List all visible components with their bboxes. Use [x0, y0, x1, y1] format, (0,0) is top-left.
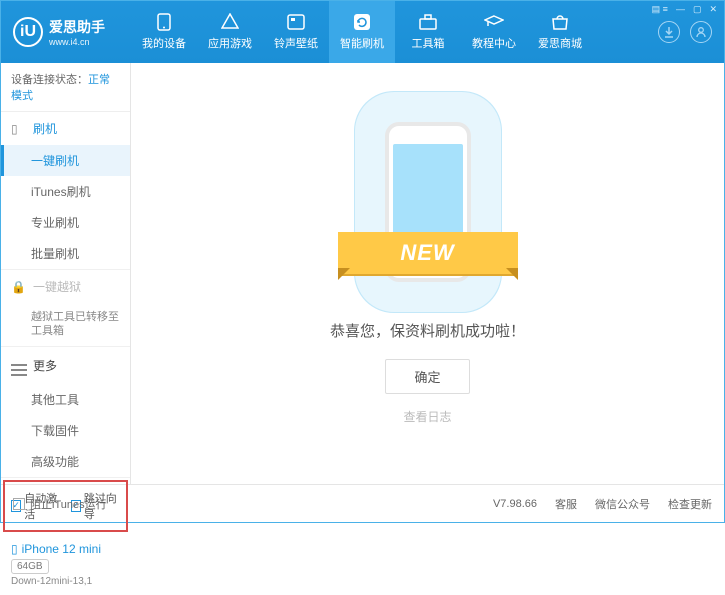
sidebar-more-header[interactable]: 更多: [1, 347, 130, 384]
nav-toolbox[interactable]: 工具箱: [395, 1, 461, 63]
device-info[interactable]: ▯ iPhone 12 mini 64GB Down-12mini-13,1: [1, 534, 130, 595]
device-phone-icon: ▯: [11, 542, 18, 556]
sidebar-item-pro-flash[interactable]: 专业刷机: [1, 207, 130, 238]
store-icon: [550, 13, 570, 31]
main-content: NEW 恭喜您，保资料刷机成功啦！ 确定 查看日志: [131, 63, 724, 484]
device-name: ▯ iPhone 12 mini: [11, 542, 120, 556]
more-icon: [11, 355, 27, 376]
device-storage-badge: 64GB: [11, 559, 49, 574]
sidebar-flash-header[interactable]: ▯ 刷机: [1, 112, 130, 145]
sidebar-item-other-tools[interactable]: 其他工具: [1, 384, 130, 415]
sidebar-item-download-firmware[interactable]: 下载固件: [1, 415, 130, 446]
sidebar: 设备连接状态：正常模式 ▯ 刷机 一键刷机 iTunes刷机 专业刷机 批量刷机…: [1, 63, 131, 484]
view-log-link[interactable]: 查看日志: [403, 408, 451, 425]
wallpaper-icon: [286, 13, 306, 31]
app-title: 爱思助手: [49, 17, 105, 37]
success-message: 恭喜您，保资料刷机成功啦！: [330, 320, 525, 341]
close-button[interactable]: ✕: [709, 4, 717, 15]
phone-illustration: NEW: [353, 122, 503, 302]
version-label: V7.98.66: [493, 498, 537, 510]
lock-icon: 🔒: [11, 280, 27, 294]
apps-icon: [220, 13, 240, 31]
sidebar-item-advanced[interactable]: 高级功能: [1, 446, 130, 477]
device-model: Down-12mini-13,1: [11, 576, 120, 587]
sidebar-item-batch-flash[interactable]: 批量刷机: [1, 238, 130, 269]
logo-area: iU 爱思助手 www.i4.cn: [1, 17, 131, 47]
nav-ringtones[interactable]: 铃声壁纸: [263, 1, 329, 63]
nav-smart-flash[interactable]: 智能刷机: [329, 1, 395, 63]
window-controls: ▤ ≡ — ▢ ✕: [652, 4, 717, 15]
header-right: [658, 21, 724, 43]
nav-store[interactable]: 爱思商城: [527, 1, 593, 63]
minimize-button[interactable]: —: [676, 4, 685, 15]
nav-tutorials[interactable]: 教程中心: [461, 1, 527, 63]
sidebar-jailbreak-note: 越狱工具已转移至工具箱: [1, 303, 130, 346]
support-link[interactable]: 客服: [555, 496, 577, 512]
phone-icon: [154, 13, 174, 31]
ok-button[interactable]: 确定: [385, 359, 469, 394]
checkbox-block-itunes[interactable]: 阻止iTunes运行: [13, 496, 107, 512]
connection-status: 设备连接状态：正常模式: [1, 63, 130, 112]
app-header: ▤ ≡ — ▢ ✕ iU 爱思助手 www.i4.cn 我的设备 应用游戏 铃声…: [1, 1, 724, 63]
toolbox-icon: [418, 13, 438, 31]
top-nav: 我的设备 应用游戏 铃声壁纸 智能刷机 工具箱 教程中心 爱思商城: [131, 1, 658, 63]
phone-outline-icon: ▯: [11, 122, 27, 136]
wechat-link[interactable]: 微信公众号: [595, 496, 650, 512]
app-subtitle: www.i4.cn: [49, 37, 105, 47]
nav-apps-games[interactable]: 应用游戏: [197, 1, 263, 63]
nav-my-device[interactable]: 我的设备: [131, 1, 197, 63]
menu-button[interactable]: ▤ ≡: [652, 4, 668, 15]
new-ribbon: NEW: [338, 232, 518, 274]
sidebar-item-itunes-flash[interactable]: iTunes刷机: [1, 176, 130, 207]
user-button[interactable]: [690, 21, 712, 43]
sidebar-item-oneclick-flash[interactable]: 一键刷机: [1, 145, 130, 176]
check-update-link[interactable]: 检查更新: [668, 496, 712, 512]
graduation-icon: [484, 13, 504, 31]
logo-icon: iU: [13, 17, 43, 47]
refresh-icon: [352, 13, 372, 31]
download-button[interactable]: [658, 21, 680, 43]
maximize-button[interactable]: ▢: [693, 4, 702, 15]
sidebar-jailbreak-header[interactable]: 🔒 一键越狱: [1, 270, 130, 303]
